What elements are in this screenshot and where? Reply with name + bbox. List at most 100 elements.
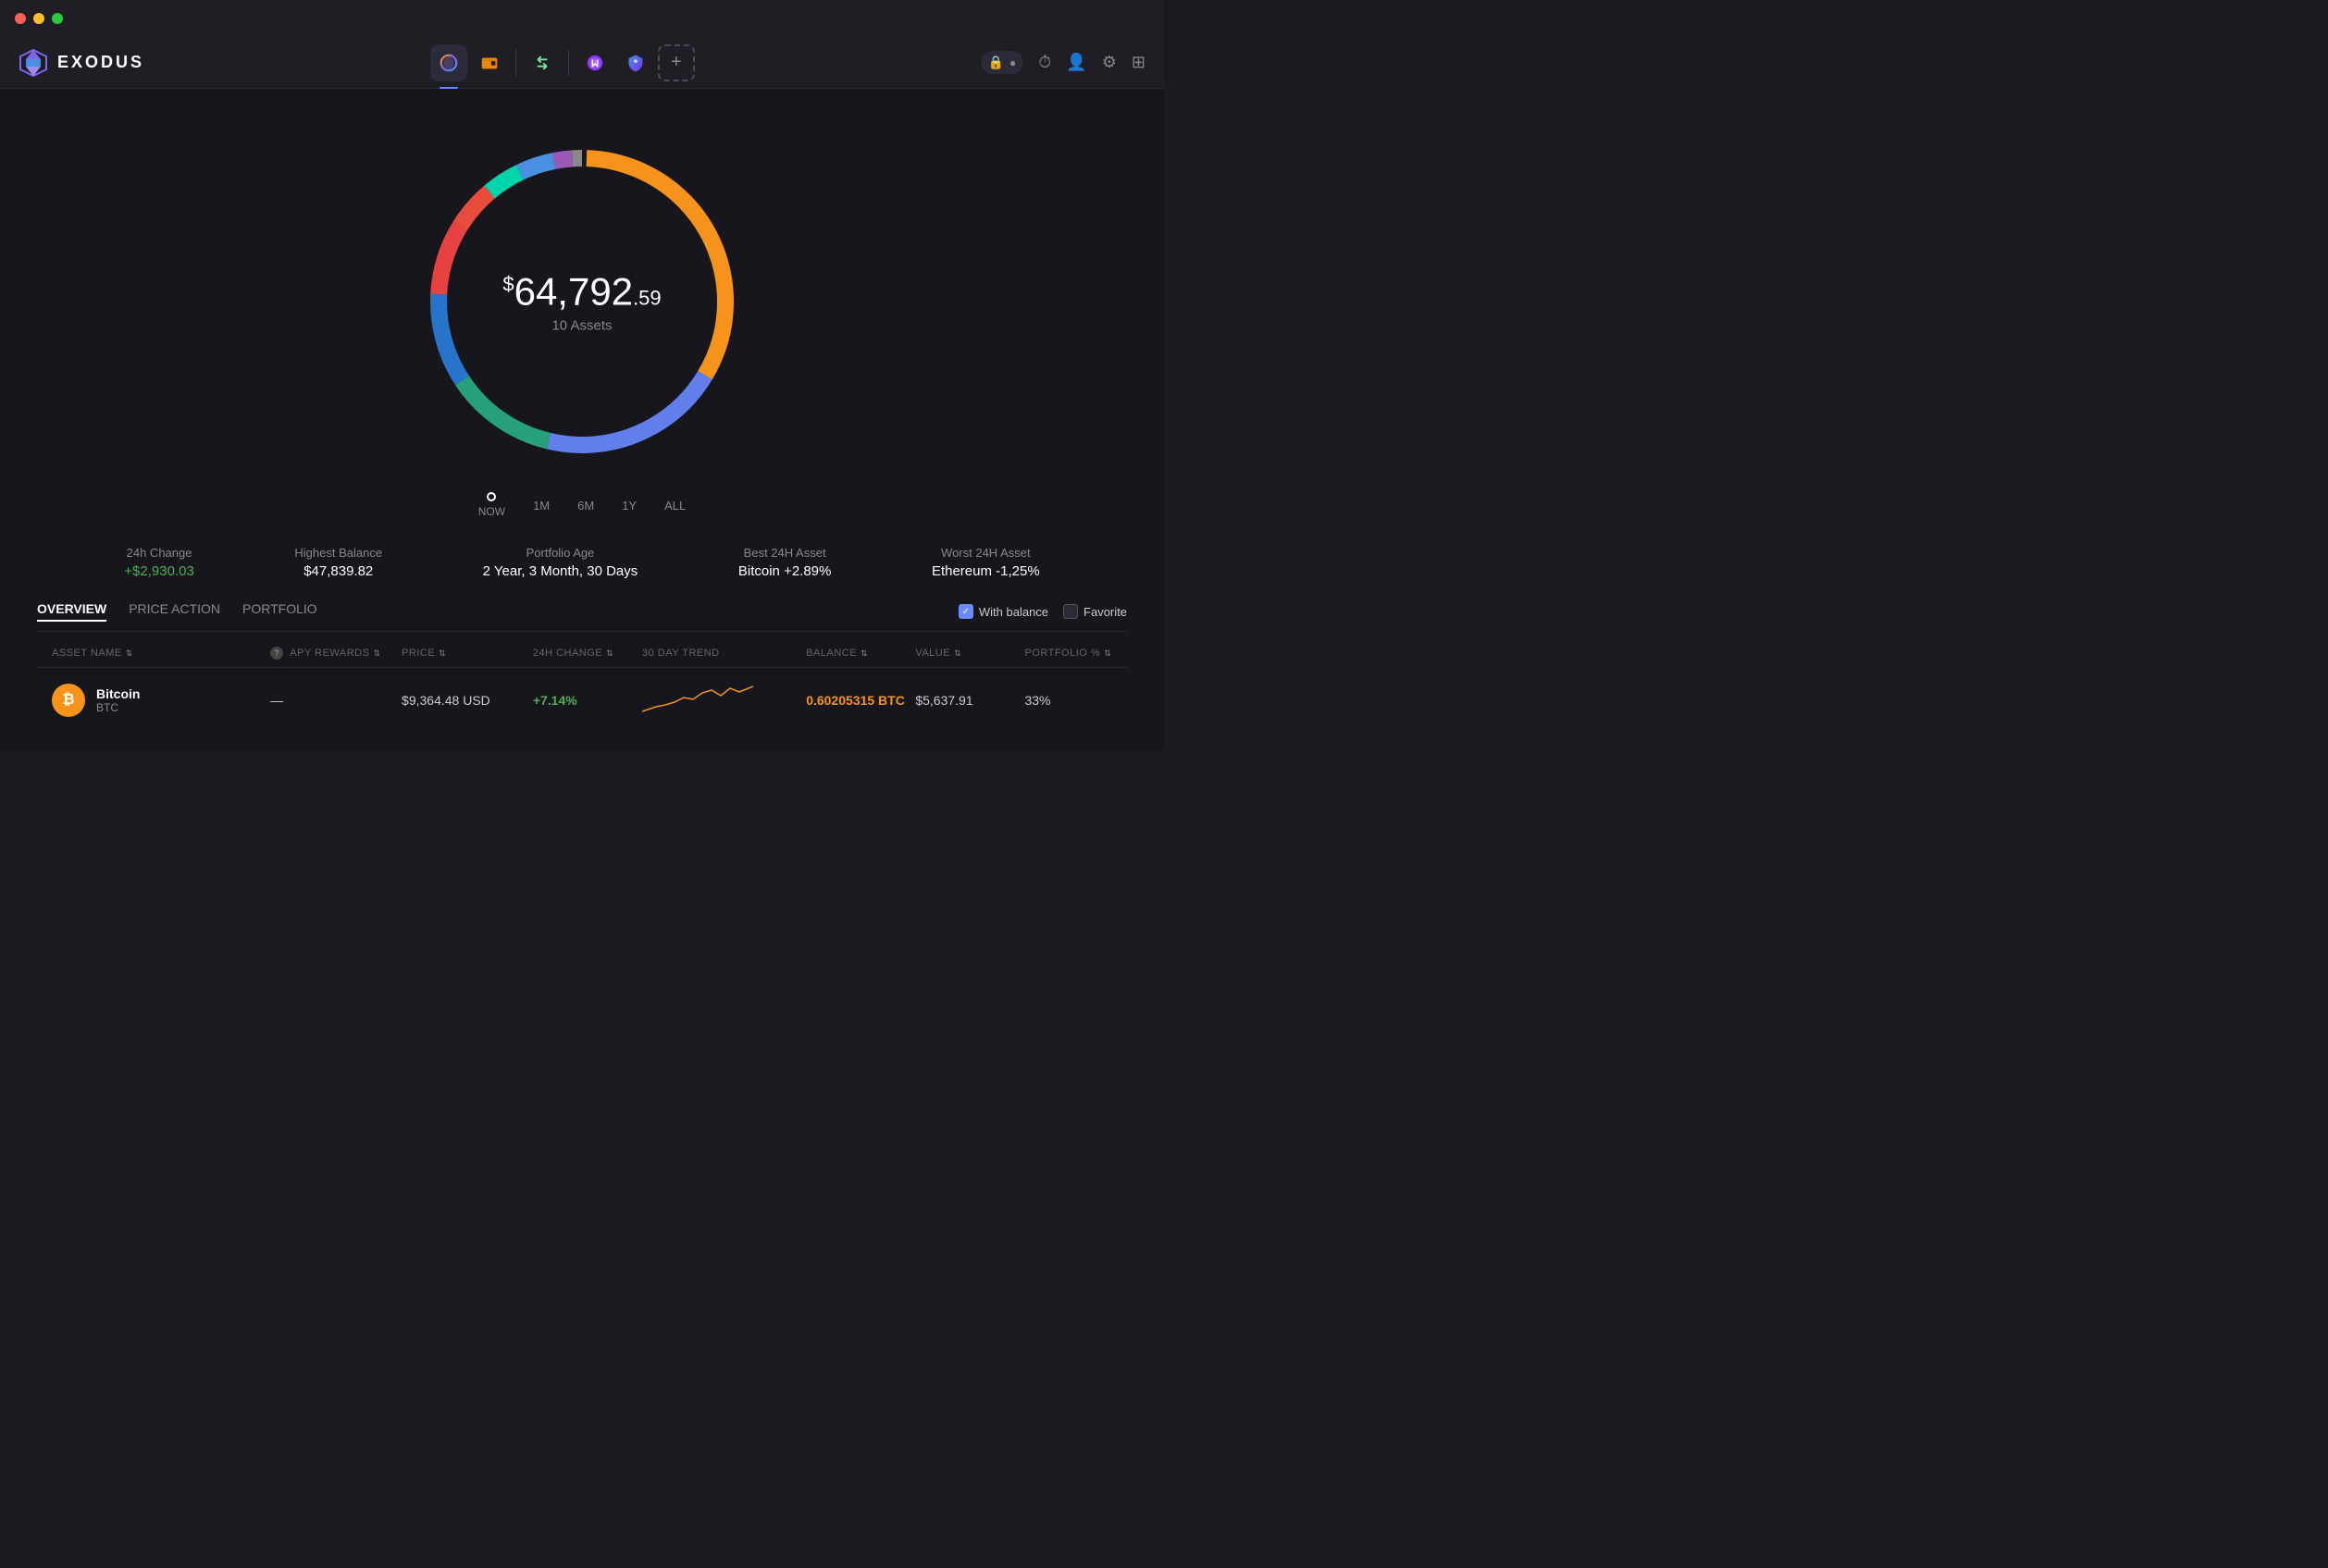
lock-toggle[interactable]: 🔒 ● [981,51,1024,74]
time-1y[interactable]: 1Y [622,499,637,512]
exchange-icon [532,53,552,73]
time-1m[interactable]: 1M [533,499,550,512]
maximize-button[interactable] [52,13,63,24]
sort-change-icon: ⇅ [606,648,613,659]
btc-change: +7.14% [533,693,642,708]
nav-exchange[interactable] [524,44,561,81]
chart-area: $64,792.59 10 Assets NOW 1M 6M 1Y ALL [37,107,1127,527]
btc-portfolio: 33% [1024,693,1112,708]
sort-asset-icon: ⇅ [126,648,133,659]
th-balance[interactable]: BALANCE ⇅ [806,647,915,660]
sort-value-icon: ⇅ [954,648,961,659]
table-row[interactable]: ₿ Bitcoin BTC — $9,364.48 USD +7.14% 0.6… [37,667,1127,732]
portfolio-total: $64,792.59 [502,270,661,315]
btc-icon: ₿ [52,684,85,717]
sort-price-icon: ⇅ [439,648,446,659]
nav-shield[interactable] [617,44,654,81]
asset-cell-btc: ₿ Bitcoin BTC [52,684,270,717]
filter-favorite[interactable]: Favorite [1063,604,1127,619]
favorite-checkbox[interactable] [1063,604,1078,619]
top-nav: EXODUS [0,37,1164,89]
currency-symbol: $ [502,273,514,296]
stat-24h-value: +$2,930.03 [124,563,194,579]
btc-ticker: BTC [96,701,140,714]
time-6m[interactable]: 6M [577,499,594,512]
close-button[interactable] [15,13,26,24]
th-price[interactable]: PRICE ⇅ [402,647,533,660]
th-30day-trend: 30 DAY TREND [642,647,806,660]
stat-age-value: 2 Year, 3 Month, 30 Days [483,563,638,579]
assets-count: 10 Assets [502,318,661,334]
time-selector: NOW 1M 6M 1Y ALL [478,492,687,518]
tab-filters: ✓ With balance Favorite [959,604,1127,619]
stat-worst-24h: Worst 24H Asset Ethereum -1,25% [932,546,1040,579]
nav-center: + [430,44,695,81]
wallet-icon [479,53,500,73]
time-dot-circle [487,492,496,501]
nft-icon [585,53,605,73]
stat-worst-label: Worst 24H Asset [932,546,1040,560]
btc-price: $9,364.48 USD [402,693,533,708]
stat-highest-balance: Highest Balance $47,839.82 [294,546,382,579]
table-header: ASSET NAME ⇅ ? APY REWARDS ⇅ PRICE ⇅ 24H… [37,639,1127,667]
stat-best-value: Bitcoin +2.89% [738,563,831,579]
nav-nft[interactable] [576,44,613,81]
btc-apy: — [270,693,402,708]
th-asset-name[interactable]: ASSET NAME ⇅ [52,647,270,660]
stat-best-label: Best 24H Asset [738,546,831,560]
th-portfolio[interactable]: PORTFOLIO % ⇅ [1024,647,1112,660]
stat-best-24h: Best 24H Asset Bitcoin +2.89% [738,546,831,579]
minimize-button[interactable] [33,13,44,24]
time-all[interactable]: ALL [664,499,686,512]
donut-center-text: $64,792.59 10 Assets [502,270,661,334]
btc-balance: 0.60205315 BTC [806,693,915,708]
nav-wallet[interactable] [471,44,508,81]
stat-highest-value: $47,839.82 [294,563,382,579]
with-balance-checkbox[interactable]: ✓ [959,604,973,619]
stat-portfolio-age: Portfolio Age 2 Year, 3 Month, 30 Days [483,546,638,579]
settings-icon[interactable]: ⚙ [1102,53,1117,72]
tab-price-action[interactable]: PRICE ACTION [129,601,220,622]
main-content: $64,792.59 10 Assets NOW 1M 6M 1Y ALL 24… [0,89,1164,750]
btc-name: Bitcoin [96,686,140,701]
favorite-label: Favorite [1084,605,1127,619]
sort-portfolio-icon: ⇅ [1104,648,1111,659]
profile-icon[interactable]: 👤 [1066,53,1086,72]
portfolio-icon [439,53,459,73]
th-24h-change[interactable]: 24H CHANGE ⇅ [533,647,642,660]
stat-24h-change: 24h Change +$2,930.03 [124,546,194,579]
tabs: OVERVIEW PRICE ACTION PORTFOLIO [37,601,317,622]
info-icon: ? [270,647,283,660]
th-apy-rewards[interactable]: ? APY REWARDS ⇅ [270,647,402,660]
btc-sparkline [642,679,806,721]
stat-age-label: Portfolio Age [483,546,638,560]
filter-with-balance[interactable]: ✓ With balance [959,604,1048,619]
btc-symbol: ₿ [62,692,74,709]
sort-balance-icon: ⇅ [861,648,868,659]
tab-overview[interactable]: OVERVIEW [37,601,106,622]
history-icon[interactable]: ⏱ [1038,53,1051,72]
shield-icon [625,53,646,73]
tab-portfolio[interactable]: PORTFOLIO [242,601,317,622]
stats-row: 24h Change +$2,930.03 Highest Balance $4… [37,546,1127,579]
th-value[interactable]: VALUE ⇅ [915,647,1024,660]
toggle-switch: ● [1009,56,1016,69]
stat-24h-label: 24h Change [124,546,194,560]
stat-highest-label: Highest Balance [294,546,382,560]
logo-text: EXODUS [57,53,144,72]
time-now-label: NOW [478,505,505,518]
btc-name-group: Bitcoin BTC [96,686,140,714]
apps-icon[interactable]: ⊞ [1132,53,1145,72]
exodus-logo-icon [19,48,48,78]
nav-divider-1 [515,50,516,76]
checkmark-icon: ✓ [962,607,970,617]
nav-add-button[interactable]: + [658,44,695,81]
lock-icon: 🔒 [988,55,1004,70]
logo: EXODUS [19,48,144,78]
btc-value: $5,637.91 [915,693,1024,708]
sort-apy-icon: ⇅ [373,648,380,659]
title-bar [0,0,1164,37]
time-now[interactable]: NOW [478,492,505,518]
nav-portfolio[interactable] [430,44,467,81]
nav-right: 🔒 ● ⏱ 👤 ⚙ ⊞ [981,51,1145,74]
